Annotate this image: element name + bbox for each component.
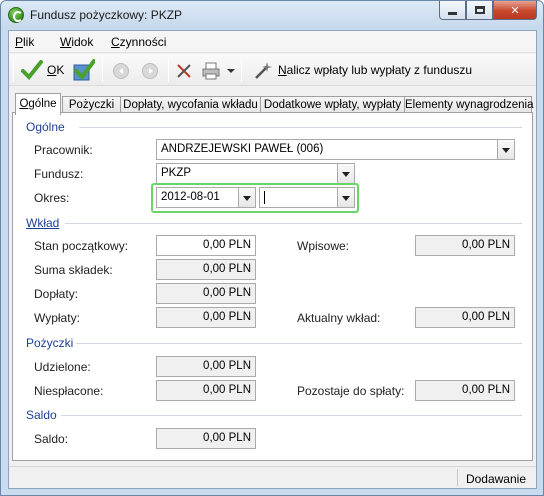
compute-payments-button[interactable]: Nalicz wpłaty lub wypłaty z funduszu [278,63,472,77]
initial-balance-label: Stan początkowy: [34,239,129,253]
tab-strip: Ogólne Pożyczki Dopłaty, wycofania wkład… [12,93,536,115]
calendar-dropdown-icon[interactable] [238,188,255,207]
remaining-value: 0,00 PLN [415,380,515,401]
status-bar: Dodawanie [9,466,536,488]
fund-label: Fundusz: [34,167,84,181]
payouts-label: Wypłaty: [34,311,80,325]
menu-plik[interactable]: Plik [15,35,34,49]
chevron-down-icon[interactable] [497,140,514,159]
entry-fee-value: 0,00 PLN [415,235,515,256]
section-divider [76,343,522,344]
period-label: Okres: [34,191,70,205]
period-from-value: 2012-08-01 [161,191,220,203]
granted-label: Udzielone: [34,360,91,374]
current-contribution-label: Aktualny wkład: [297,311,381,325]
period-to-date[interactable] [259,187,355,208]
text-caret [264,191,265,204]
maximize-button[interactable] [466,1,493,20]
current-contribution-value: 0,00 PLN [415,307,515,328]
forward-arrow-icon[interactable] [142,63,158,79]
balance-label: Saldo: [34,432,69,446]
section-divider [65,223,522,224]
topups-label: Dopłaty: [34,287,79,301]
section-divider [61,415,522,416]
toolbar-separator [241,60,242,82]
app-window: Fundusz pożyczkowy: PKZP ✕ Plik Widok Cz… [0,0,544,496]
menu-widok[interactable]: Widok [60,35,93,49]
entry-fee-label: Wpisowe: [297,239,350,253]
menu-bar: Plik Widok Czynności [9,31,536,53]
section-title-contribution: Wkład [26,216,60,230]
maximize-icon [474,6,485,14]
title-bar[interactable]: Fundusz pożyczkowy: PKZP ✕ [1,1,543,29]
menu-czynnosci[interactable]: Czynności [111,35,166,49]
balance-value: 0,00 PLN [156,428,256,449]
section-title-general: Ogólne [26,120,65,134]
window-controls: ✕ [439,1,537,21]
toolbar-separator [168,60,169,82]
ok-button[interactable]: OK [47,63,64,77]
minimize-button[interactable] [439,1,466,20]
fund-combo[interactable]: PKZP [156,163,355,184]
calendar-dropdown-icon[interactable] [337,188,354,207]
close-icon: ✕ [510,4,520,17]
payouts-value: 0,00 PLN [156,307,256,328]
section-title-balance: Saldo [26,408,57,422]
topups-value: 0,00 PLN [156,283,256,304]
chevron-down-icon[interactable] [337,164,354,183]
period-from-date[interactable]: 2012-08-01 [156,187,256,208]
minimize-icon [448,11,457,15]
contributions-sum-value: 0,00 PLN [156,259,256,280]
save-check-icon[interactable] [73,59,95,81]
tools-icon[interactable] [176,63,192,79]
window-title: Fundusz pożyczkowy: PKZP [30,8,183,22]
toolbar: OK Nalicz wpłaty lub wypłaty z funduszu [9,54,536,86]
client-area: Plik Widok Czynności OK Nalicz wpłaty lu… [8,30,537,489]
granted-value: 0,00 PLN [156,356,256,377]
printer-icon[interactable] [202,62,220,80]
unpaid-label: Niespłacone: [34,384,104,398]
toolbar-separator [102,60,103,82]
employee-value: ANDRZEJEWSKI PAWEŁ (006) [161,143,324,155]
status-divider [457,469,458,486]
section-divider [79,127,522,128]
print-dropdown-icon[interactable] [227,69,235,73]
initial-balance-input[interactable]: 0,00 PLN [156,235,256,256]
app-logo-icon [8,7,24,23]
toolbar-grip [13,60,14,82]
contributions-sum-label: Suma składek: [34,263,113,277]
close-button[interactable]: ✕ [493,1,537,20]
compute-wand-icon[interactable] [253,61,273,81]
remaining-label: Pozostaje do spłaty: [297,384,405,398]
fund-value: PKZP [161,167,192,179]
section-title-loans: Pożyczki [26,336,74,350]
employee-label: Pracownik: [34,143,93,157]
unpaid-value: 0,00 PLN [156,380,256,401]
tab-ogolne[interactable]: Ogólne [15,93,61,115]
ok-check-icon[interactable] [21,59,43,81]
tab-panel-ogolne: Ogólne Pracownik: ANDRZEJEWSKI PAWEŁ (00… [12,112,533,461]
employee-combo[interactable]: ANDRZEJEWSKI PAWEŁ (006) [156,139,515,160]
status-mode: Dodawanie [465,472,526,486]
back-arrow-icon[interactable] [113,63,129,79]
